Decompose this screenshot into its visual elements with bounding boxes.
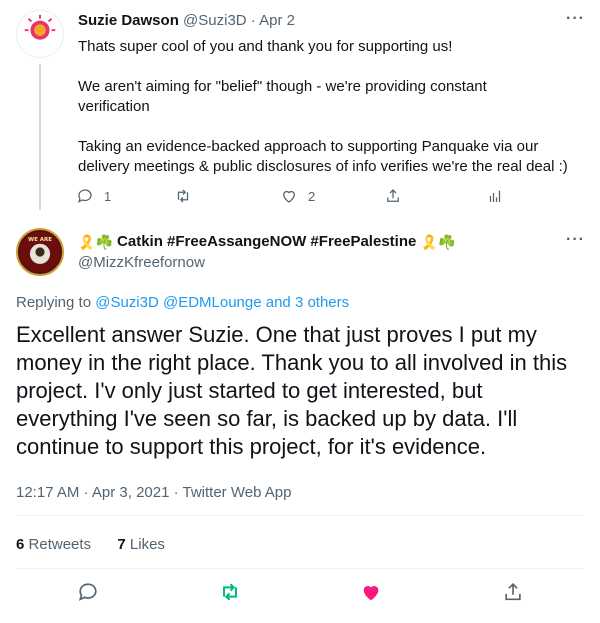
replying-to-prefix: Replying to [16, 294, 92, 311]
reply-icon [77, 189, 92, 203]
author-name-row: 🎗️☘️ Catkin #FreeAssangeNOW #FreePalesti… [78, 232, 455, 252]
share-button[interactable] [384, 187, 402, 205]
reply-count: 1 [104, 188, 112, 204]
shamrock-icon: ☘️ [437, 234, 456, 251]
yellow-ribbon-icon: 🎗️ [78, 234, 96, 251]
reply-button[interactable]: 1 [76, 187, 111, 205]
author-avatar[interactable] [16, 10, 64, 58]
shamrock-icon: ☘️ [95, 234, 113, 251]
author-name[interactable]: Catkin #FreeAssangeNOW #FreePalestine [117, 233, 416, 250]
share-icon [387, 189, 399, 202]
likes-label: Likes [129, 536, 165, 553]
analytics-button[interactable] [486, 187, 504, 205]
analytics-icon [489, 190, 501, 202]
likes-link[interactable]: 7 Likes [117, 536, 165, 553]
panquake-logo-icon [24, 14, 56, 40]
tweet-text: Thats super cool of you and thank you fo… [78, 37, 578, 197]
tweet-paragraph: We aren't aiming for "belief" though - w… [78, 78, 487, 115]
author-handle[interactable]: @MizzKfreefornow [78, 254, 205, 271]
tweet-date[interactable]: Apr 2 [259, 12, 295, 29]
likes-count: 7 [117, 536, 126, 553]
tweet-paragraph: Thats super cool of you and thank you fo… [78, 38, 453, 55]
retweet-button[interactable] [174, 187, 192, 205]
reply-button[interactable] [77, 581, 101, 605]
retweet-icon [177, 189, 189, 203]
tweet-actions: 1 2 [76, 187, 506, 209]
divider [16, 515, 584, 516]
retweets-count: 6 [16, 536, 25, 553]
author-name[interactable]: Suzie Dawson [78, 12, 179, 29]
engagement-stats: 6 Retweets 7 Likes [16, 536, 165, 553]
assange-avatar-icon: WE ARE [19, 231, 61, 273]
divider [16, 568, 584, 569]
like-button[interactable] [360, 581, 384, 605]
retweets-label: Retweets [28, 536, 92, 553]
reply-icon [78, 583, 97, 601]
retweet-icon [223, 583, 237, 601]
tweet-timestamp[interactable]: 12:17 AM · Apr 3, 2021 · Twitter Web App [16, 484, 291, 501]
author-avatar[interactable]: WE ARE [16, 228, 64, 276]
like-button[interactable]: 2 [280, 187, 315, 205]
more-options-button[interactable]: ··· [566, 231, 585, 249]
tweet-actions [0, 581, 600, 607]
share-button[interactable] [502, 581, 526, 605]
separator: · [250, 12, 256, 29]
author-handle[interactable]: @Suzi3D [183, 12, 247, 29]
thread-connector [39, 64, 41, 210]
yellow-ribbon-icon: 🎗️ [420, 234, 438, 251]
parent-tweet[interactable]: Suzie Dawson @Suzi3D · Apr 2 ··· Thats s… [0, 0, 600, 210]
heart-icon [283, 190, 295, 203]
replying-to-links[interactable]: @Suzi3D @EDMLounge and 3 others [95, 294, 349, 311]
tweet-header: Suzie Dawson @Suzi3D · Apr 2 [78, 11, 295, 31]
replying-to: Replying to @Suzi3D @EDMLounge and 3 oth… [16, 294, 349, 311]
share-icon [505, 583, 521, 601]
tweet-text: Excellent answer Suzie. One that just pr… [16, 322, 568, 459]
heart-icon [363, 586, 379, 601]
tweet-paragraph: Taking an evidence-backed approach to su… [78, 138, 568, 175]
like-count: 2 [308, 188, 316, 204]
retweets-link[interactable]: 6 Retweets [16, 536, 91, 553]
more-options-button[interactable]: ··· [566, 10, 585, 28]
avatar-lettering: WE ARE [28, 237, 52, 243]
retweet-button[interactable] [219, 581, 243, 605]
